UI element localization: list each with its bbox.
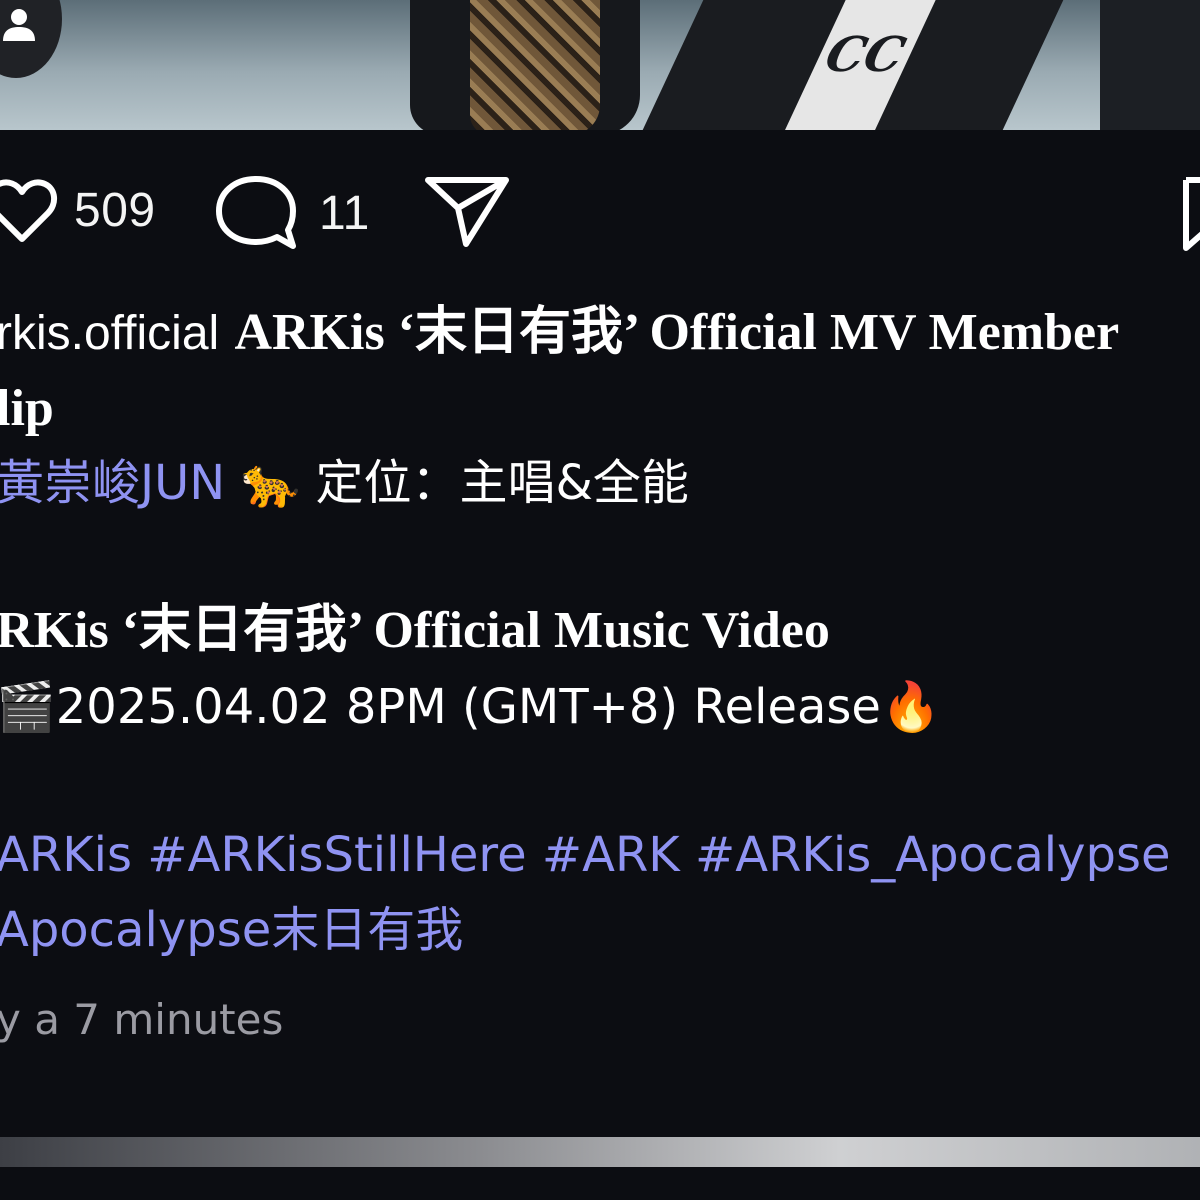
release-date-text: 2025.04.02 8PM (GMT+8) Release xyxy=(55,679,881,735)
comment-count: 11 xyxy=(319,186,370,240)
media-leopard-scarf xyxy=(470,0,600,130)
caption-line-2: lip xyxy=(0,380,54,437)
caption-line-5: 🎬2025.04.02 8PM (GMT+8) Release🔥 xyxy=(0,670,941,744)
post-action-bar: 509 11 xyxy=(0,170,1200,260)
media-dark-area xyxy=(1100,0,1200,130)
share-button[interactable] xyxy=(424,176,510,248)
like-button[interactable]: 509 xyxy=(0,175,156,245)
caption-line-4: RKis ‘末日有我’ Official Music Video xyxy=(0,602,830,659)
leopard-emoji: 🐆 xyxy=(240,455,301,511)
caption-line-3: 黃崇峻JUN 🐆 定位：主唱&全能 xyxy=(0,446,689,520)
member-role-text: 定位：主唱&全能 xyxy=(315,455,689,511)
post-timestamp: y a 7 minutes xyxy=(0,995,284,1044)
heart-icon xyxy=(0,179,57,242)
like-count: 509 xyxy=(74,183,156,237)
hashtags-line-2[interactable]: Apocalypse末日有我 xyxy=(0,893,463,967)
comment-button[interactable]: 11 xyxy=(213,174,370,252)
hashtags-line-1[interactable]: ARKis #ARKisStillHere #ARK #ARKis_Apocal… xyxy=(0,818,1170,892)
bookmark-icon xyxy=(1183,177,1200,251)
caption-username[interactable]: rkis.official xyxy=(0,307,219,360)
user-icon xyxy=(3,9,35,41)
next-post-media-edge xyxy=(0,1137,1200,1167)
send-icon xyxy=(425,177,509,247)
caption-line-1: rkis.official ARKis ‘末日有我’ Official MV M… xyxy=(0,298,1119,369)
comment-bubble-icon xyxy=(216,176,296,249)
user-avatar-button[interactable] xyxy=(0,0,62,78)
save-button[interactable] xyxy=(1182,176,1200,252)
caption-title: ARKis ‘末日有我’ Official MV Member xyxy=(234,304,1120,361)
clapper-emoji: 🎬 xyxy=(0,679,56,735)
member-mention-link[interactable]: 黃崇峻JUN xyxy=(0,455,225,511)
post-media-image[interactable]: CC xyxy=(0,0,1200,130)
fire-emoji: 🔥 xyxy=(880,679,941,735)
